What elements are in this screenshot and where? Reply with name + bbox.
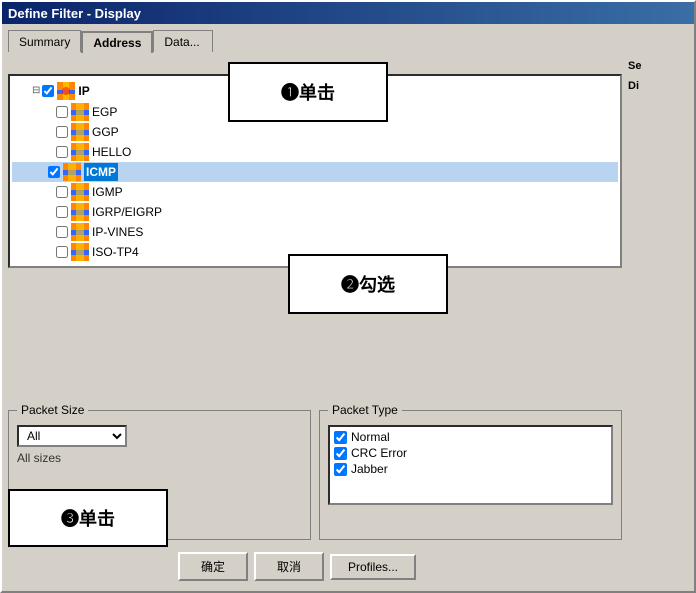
tab-summary[interactable]: Summary — [8, 30, 81, 52]
packet-type-group: Packet Type Normal CRC Error Jabber — [319, 410, 622, 540]
igmp-icon — [71, 183, 89, 201]
ipvines-label: IP-VINES — [92, 223, 143, 241]
ok-button[interactable]: 确定 — [178, 552, 248, 581]
normal-label: Normal — [351, 430, 390, 444]
packet-size-dropdown[interactable]: All Small Medium Large — [17, 425, 127, 447]
footer: ❸单击 确定 取消 Profiles... — [8, 546, 622, 585]
checkbox-hello[interactable] — [56, 146, 68, 158]
packet-type-normal: Normal — [334, 429, 607, 445]
right-panel: Se Di — [628, 30, 688, 585]
ggp-icon — [71, 123, 89, 141]
icmp-label: ICMP — [84, 163, 118, 181]
checkbox-igmp[interactable] — [56, 186, 68, 198]
checkbox-crc[interactable] — [334, 447, 347, 460]
packet-type-crc: CRC Error — [334, 445, 607, 461]
tab-data[interactable]: Data... — [153, 30, 213, 52]
tree-item-hello: HELLO — [12, 142, 618, 162]
egp-icon — [71, 103, 89, 121]
tree-item-ggp: GGP — [12, 122, 618, 142]
isotp4-label: ISO-TP4 — [92, 243, 139, 261]
ip-icon — [57, 82, 75, 100]
igmp-label: IGMP — [92, 183, 123, 201]
tree-item-igrp: IGRP/EIGRP — [12, 202, 618, 222]
igrp-label: IGRP/EIGRP — [92, 203, 162, 221]
tree-item-igmp: IGMP — [12, 182, 618, 202]
isotp4-icon — [71, 243, 89, 261]
di-label: Di — [628, 80, 688, 92]
igrp-icon — [71, 203, 89, 221]
profiles-button[interactable]: Profiles... — [330, 554, 416, 580]
title-bar: Define Filter - Display — [2, 2, 694, 24]
hello-icon — [71, 143, 89, 161]
expand-icon[interactable]: ⊟ — [32, 82, 40, 100]
packet-type-label: Packet Type — [328, 403, 402, 417]
tab-address[interactable]: Address — [81, 31, 153, 53]
annotation-step1: ❶单击 — [228, 62, 388, 122]
crc-label: CRC Error — [351, 446, 407, 460]
checkbox-normal[interactable] — [334, 431, 347, 444]
ipvines-icon — [71, 223, 89, 241]
packet-type-list: Normal CRC Error Jabber — [328, 425, 613, 505]
ip-label: IP — [78, 82, 89, 100]
annotation-step3: ❸单击 — [8, 489, 168, 547]
checkbox-ipvines[interactable] — [56, 226, 68, 238]
packet-size-label: Packet Size — [17, 403, 88, 417]
ggp-label: GGP — [92, 123, 119, 141]
size-description: All sizes — [17, 451, 302, 465]
cancel-button[interactable]: 取消 — [254, 552, 324, 581]
se-label: Se — [628, 60, 688, 72]
egp-label: EGP — [92, 103, 117, 121]
tab-bar: Summary Address Data... — [8, 30, 622, 52]
checkbox-igrp[interactable] — [56, 206, 68, 218]
checkbox-ip[interactable] — [42, 85, 54, 97]
checkbox-ggp[interactable] — [56, 126, 68, 138]
packet-type-jabber: Jabber — [334, 461, 607, 477]
jabber-label: Jabber — [351, 462, 388, 476]
tree-item-ipvines: IP-VINES — [12, 222, 618, 242]
checkbox-egp[interactable] — [56, 106, 68, 118]
window-title: Define Filter - Display — [8, 6, 141, 21]
icmp-icon — [63, 163, 81, 181]
checkbox-icmp[interactable] — [48, 166, 60, 178]
tree-item-icmp[interactable]: ICMP — [12, 162, 618, 182]
main-window: Define Filter - Display Summary Address … — [0, 0, 696, 593]
hello-label: HELLO — [92, 143, 131, 161]
checkbox-isotp4[interactable] — [56, 246, 68, 258]
annotation-step2: ❷勾选 — [288, 254, 448, 314]
checkbox-jabber[interactable] — [334, 463, 347, 476]
